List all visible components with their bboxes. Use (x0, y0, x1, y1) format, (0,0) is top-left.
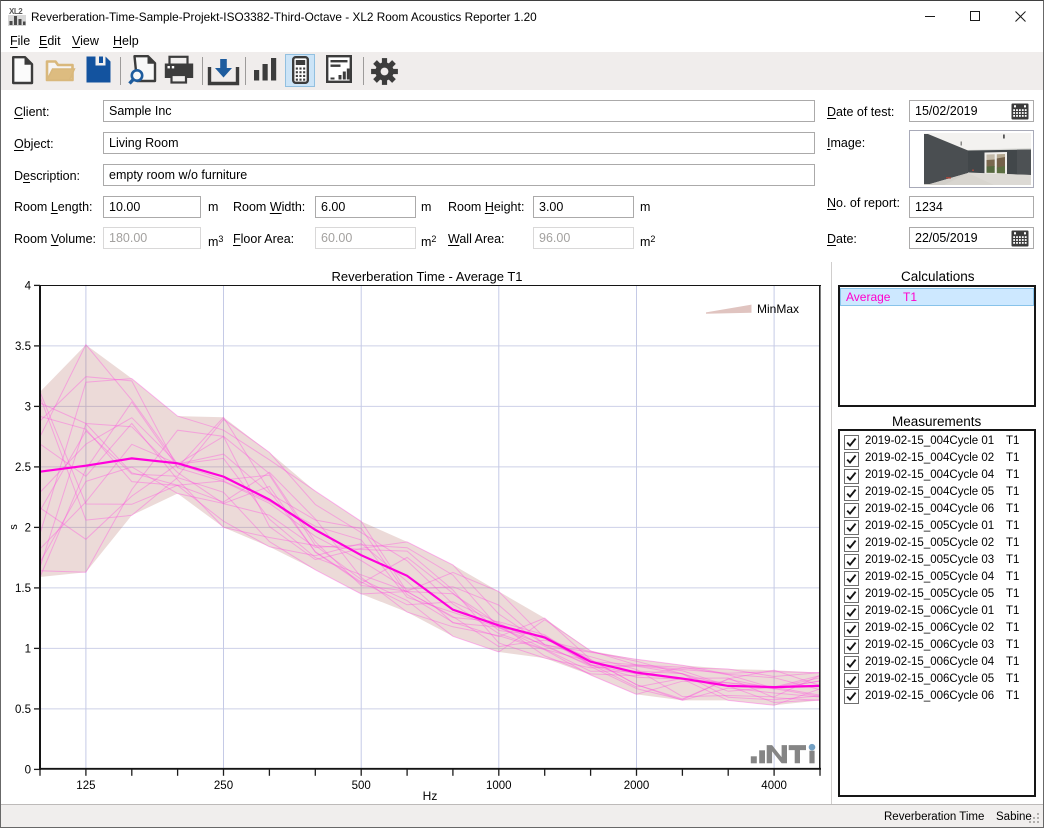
svg-text:250: 250 (214, 780, 233, 792)
svg-text:4000: 4000 (761, 780, 787, 792)
svg-text:2.5: 2.5 (15, 462, 31, 474)
svg-text:Hz: Hz (423, 789, 438, 803)
svg-text:500: 500 (352, 780, 371, 792)
svg-text:0.5: 0.5 (15, 704, 31, 716)
svg-text:1.5: 1.5 (15, 583, 31, 595)
svg-text:s: s (8, 524, 20, 530)
svg-text:Reverberation Time - Average T: Reverberation Time - Average T1 (331, 269, 522, 284)
svg-text:2: 2 (25, 523, 31, 535)
svg-text:1: 1 (25, 644, 31, 656)
svg-text:4: 4 (25, 281, 32, 293)
svg-text:MinMax: MinMax (757, 302, 799, 316)
svg-text:0: 0 (25, 765, 31, 777)
svg-text:2000: 2000 (624, 780, 650, 792)
svg-text:3.5: 3.5 (15, 341, 31, 353)
svg-text:1000: 1000 (486, 780, 512, 792)
svg-text:3: 3 (25, 402, 31, 414)
svg-text:125: 125 (76, 780, 95, 792)
